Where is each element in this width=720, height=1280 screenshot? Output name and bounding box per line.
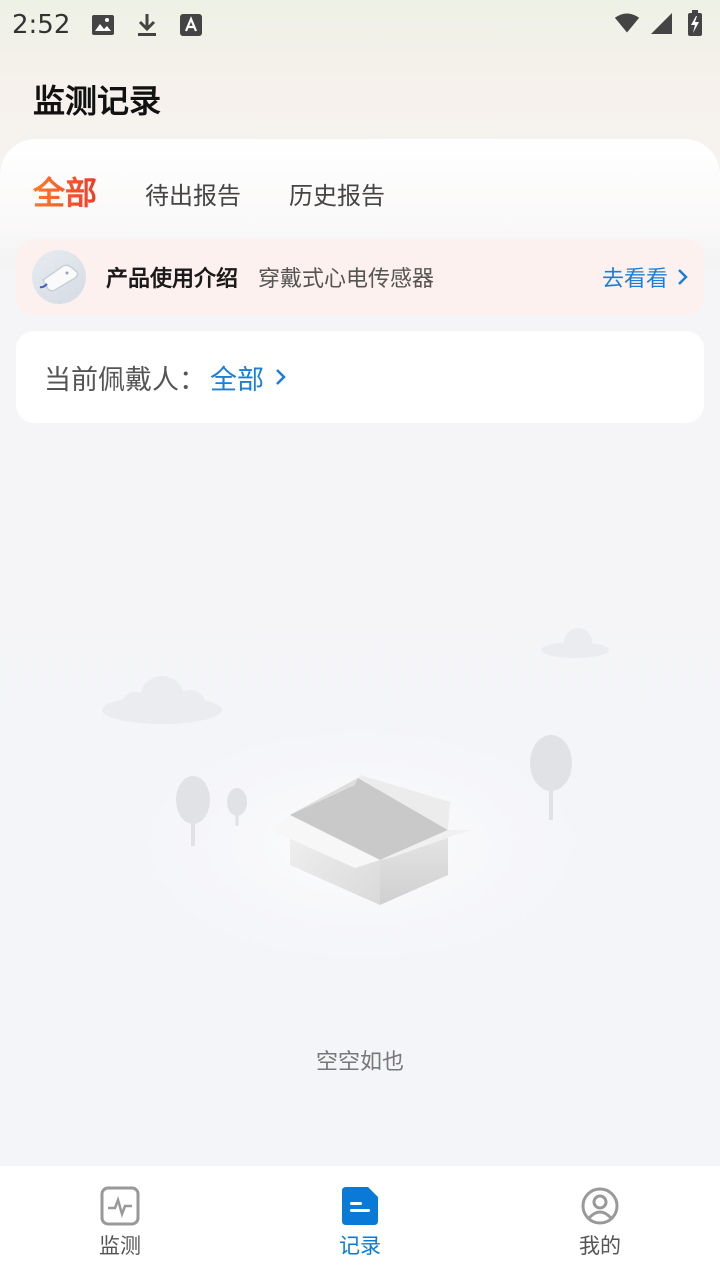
nav-mine[interactable]: 我的 xyxy=(480,1166,720,1280)
product-intro-banner[interactable]: 产品使用介绍 穿戴式心电传感器 去看看 xyxy=(16,239,704,315)
wearer-label: 当前佩戴人： xyxy=(44,364,206,396)
battery-charging-icon xyxy=(682,10,708,36)
chevron-right-icon xyxy=(274,367,286,387)
view-intro-link[interactable]: 去看看 xyxy=(602,261,688,293)
ecg-sensor-device-icon xyxy=(32,250,86,304)
wearer-selector[interactable]: 当前佩戴人： 全部 xyxy=(16,331,704,423)
download-icon xyxy=(134,12,160,38)
tab-history-report[interactable]: 历史报告 xyxy=(289,176,385,211)
banner-title: 产品使用介绍 xyxy=(106,267,239,292)
nav-records[interactable]: 记录 xyxy=(240,1166,480,1280)
bottom-nav: 监测 记录 我的 xyxy=(0,1166,720,1280)
report-tabs: 全部 待出报告 历史报告 xyxy=(33,168,433,214)
nav-label-monitor: 监测 xyxy=(99,1234,141,1258)
nav-label-records: 记录 xyxy=(339,1234,381,1258)
font-a-icon xyxy=(178,12,204,38)
nav-label-mine: 我的 xyxy=(579,1234,621,1258)
status-bar: 2:52 xyxy=(0,0,720,50)
view-intro-label: 去看看 xyxy=(601,267,668,292)
empty-state-text: 空空如也 xyxy=(315,1050,404,1075)
wifi-icon xyxy=(614,10,640,36)
signal-icon xyxy=(648,10,674,36)
profile-icon xyxy=(580,1186,620,1226)
record-icon xyxy=(340,1186,380,1226)
image-icon xyxy=(90,12,116,38)
page-title: 监测记录 xyxy=(33,82,162,120)
wearer-value: 全部 xyxy=(210,364,264,396)
nav-monitor[interactable]: 监测 xyxy=(0,1166,240,1280)
empty-box-illustration xyxy=(90,620,630,1000)
tab-all[interactable]: 全部 xyxy=(33,168,97,214)
banner-subtitle: 穿戴式心电传感器 xyxy=(258,267,435,292)
tab-pending-report[interactable]: 待出报告 xyxy=(145,176,241,211)
heartbeat-icon xyxy=(100,1186,140,1226)
status-time: 2:52 xyxy=(12,10,71,40)
chevron-right-icon xyxy=(678,269,688,285)
